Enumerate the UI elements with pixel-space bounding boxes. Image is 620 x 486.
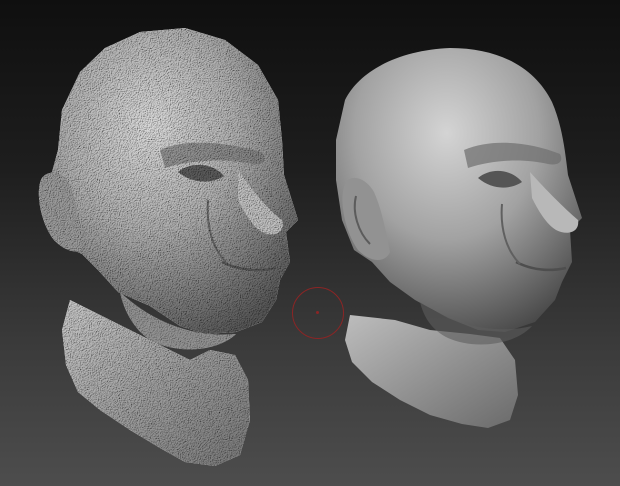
raw-scan-head[interactable] <box>38 28 298 466</box>
viewport-canvas <box>38 28 582 466</box>
cleaned-sculpt-head[interactable] <box>336 48 582 428</box>
brush-cursor[interactable] <box>292 287 344 339</box>
sculpt-viewport[interactable] <box>0 0 620 486</box>
brush-center-dot <box>316 311 319 314</box>
